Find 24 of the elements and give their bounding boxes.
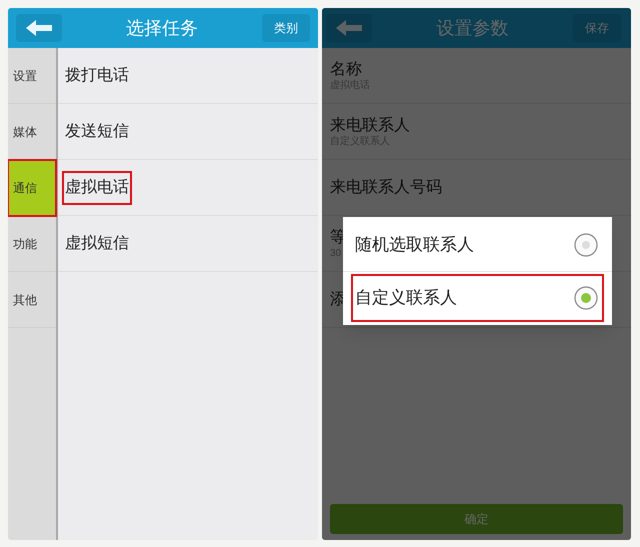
- screen-title: 选择任务: [125, 16, 199, 40]
- option-label: 随机选取联系人: [355, 234, 474, 256]
- back-button[interactable]: [16, 14, 62, 42]
- back-button[interactable]: [326, 14, 372, 42]
- task-item[interactable]: 拨打电话: [64, 60, 130, 90]
- category-tab[interactable]: 设置: [8, 48, 56, 104]
- category-button[interactable]: 类别: [262, 14, 310, 42]
- category-tab[interactable]: 通信: [8, 160, 56, 216]
- back-arrow-icon: [26, 20, 52, 36]
- screen-title: 设置参数: [436, 16, 510, 40]
- dialog-option[interactable]: 随机选取联系人: [353, 223, 602, 267]
- setting-label: 名称: [330, 60, 362, 80]
- dialog-option[interactable]: 自定义联系人: [353, 276, 602, 320]
- category-tab[interactable]: 功能: [8, 216, 56, 272]
- task-item[interactable]: 发送短信: [64, 116, 130, 146]
- category-tab[interactable]: 其他: [8, 272, 56, 328]
- setting-label: 来电联系人: [330, 116, 410, 136]
- setting-label: 来电联系人号码: [330, 178, 442, 198]
- option-label: 自定义联系人: [355, 286, 457, 309]
- task-item[interactable]: 虚拟电话: [64, 172, 130, 202]
- back-arrow-icon: [336, 20, 362, 36]
- radio-button[interactable]: [574, 286, 598, 310]
- task-item[interactable]: 虚拟短信: [64, 228, 130, 258]
- radio-button[interactable]: [574, 233, 598, 257]
